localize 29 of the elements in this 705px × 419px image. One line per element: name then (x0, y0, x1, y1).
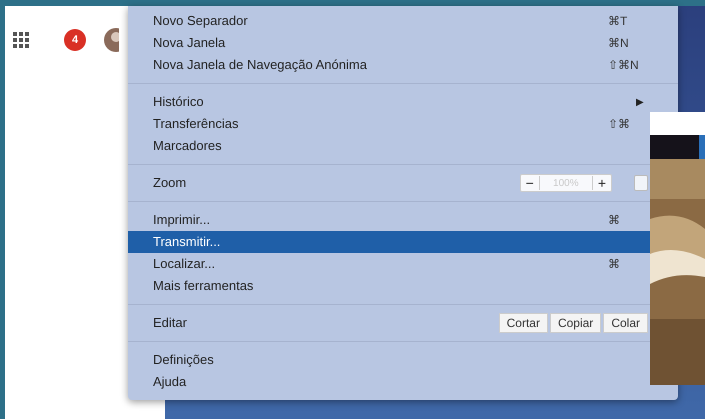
menu-label: Editar (153, 314, 188, 332)
apps-grid-icon[interactable] (13, 32, 29, 48)
shortcut-text: ⇧⌘N (608, 57, 640, 74)
edit-button[interactable]: Colar (603, 313, 648, 333)
menu-item[interactable]: Nova Janela ⌘N (128, 32, 650, 54)
menu-item[interactable]: Transferências ⇧⌘ (128, 113, 650, 135)
zoom-out-button[interactable]: − (520, 176, 540, 190)
shortcut-text: ⌘N (608, 35, 630, 52)
edit-button[interactable]: Copiar (550, 313, 602, 333)
menu-item[interactable]: Definições (128, 349, 650, 371)
zoom-in-button[interactable]: + (592, 176, 611, 190)
menu-item[interactable]: Localizar... ⌘ (128, 253, 650, 275)
shortcut-text: ⌘ (608, 212, 621, 229)
menu-item[interactable]: Ajuda (128, 371, 650, 393)
menu-label: Zoom (153, 174, 188, 192)
menu-item[interactable]: Mais ferramentas (128, 275, 650, 297)
menu-item[interactable]: Nova Janela de Navegação Anónima ⇧⌘N (128, 54, 650, 76)
menu-item[interactable]: Marcadores (128, 135, 650, 157)
menu-item[interactable]: Imprimir... ⌘ (128, 209, 650, 231)
shortcut-text: ⌘T (608, 13, 628, 30)
menu-item[interactable]: Novo Separador ⌘T (128, 10, 650, 32)
shortcut-text: ⇧⌘ (608, 116, 631, 133)
submenu-arrow-icon: ▶ (636, 94, 644, 110)
menu-item[interactable]: Histórico ▶ (128, 91, 650, 113)
tab-marker (699, 135, 705, 159)
avatar-icon[interactable] (103, 27, 119, 53)
edit-button[interactable]: Cortar (498, 313, 548, 333)
menu-item[interactable]: Transmitir... (128, 231, 650, 253)
shortcut-text: ⌘ (608, 256, 621, 273)
